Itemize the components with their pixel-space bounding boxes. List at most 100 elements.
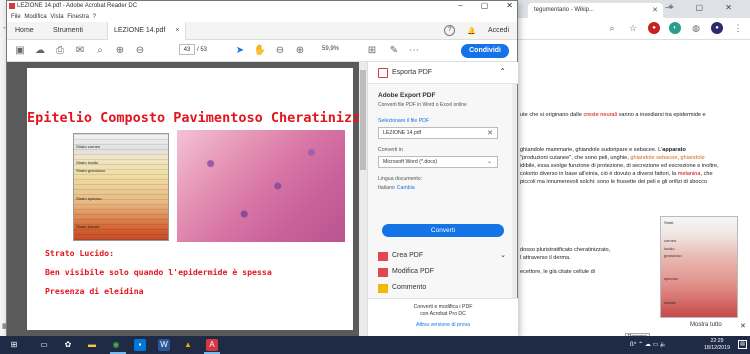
chrome-icon[interactable]: ◉ — [110, 339, 122, 351]
page-title: Epitelio Composto Pavimentoso Cheratiniz… — [27, 110, 385, 126]
ps-icon[interactable]: ▪ — [134, 339, 146, 351]
acrobat-toolbar: ▣ ☁ ⎙ ✉ ⌕ ⊕ ⊖ 43/ 53 ➤ ✋ ⊖ ⊕ 59,9% ⊞ ✎ ⋯… — [7, 40, 517, 62]
thumb-label: corneo — [664, 238, 677, 243]
show-all-button[interactable]: Mostra tutto — [690, 322, 722, 328]
close-icon[interactable]: ✕ — [487, 129, 493, 137]
fit-page-icon[interactable]: ⊞ — [365, 44, 379, 58]
language-row: Italiano Cambia — [378, 185, 514, 191]
zoom-in-icon[interactable]: ⊕ — [293, 44, 307, 58]
page-number-input[interactable]: 43 — [179, 44, 195, 55]
menu-icon[interactable]: ⋮ — [732, 22, 744, 34]
zoom-out-icon[interactable]: ⊖ — [273, 44, 287, 58]
comment-tool-icon[interactable]: ✎ — [387, 44, 401, 58]
help-icon[interactable]: ? — [444, 25, 456, 36]
file-explorer-icon[interactable]: ▬ — [86, 339, 98, 351]
article-line: ute che si originano dalle creste neural… — [520, 112, 706, 118]
article-line: ecettore, le già citate cellule di — [520, 269, 595, 275]
task-view-icon[interactable]: ▭ — [38, 339, 50, 351]
close-icon[interactable]: ✕ — [740, 322, 746, 330]
page-up-icon[interactable]: ⊕ — [113, 44, 127, 58]
search-icon[interactable]: ⌕ — [606, 22, 618, 34]
hand-icon[interactable]: ✋ — [253, 44, 267, 58]
window-title: LEZIONE 14.pdf - Adobe Acrobat Reader DC — [17, 3, 138, 9]
tab-document[interactable]: LEZIONE 14.pdf × — [107, 22, 187, 40]
clock[interactable]: 22:29 18/12/2019 — [704, 338, 730, 351]
tool-create-pdf[interactable]: Crea PDF ⌄ — [368, 248, 518, 264]
word-icon[interactable]: W — [158, 339, 170, 351]
chevron-down-icon: ⌄ — [486, 159, 492, 165]
convert-format-select[interactable]: Microsoft Word (*.docx) ⌄ — [378, 156, 498, 168]
document-area[interactable]: Epitelio Composto Pavimentoso Cheratiniz… — [7, 62, 385, 336]
select-file-link[interactable]: Selezionare il file PDF — [378, 118, 514, 124]
change-language-link[interactable]: Cambia — [397, 185, 415, 191]
export-title: Adobe Export PDF — [378, 92, 436, 99]
chevron-down-icon[interactable]: ⌄ — [500, 251, 506, 259]
article-line: ghiandole mammarie, ghiandole sudoripare… — [520, 147, 686, 153]
promo-line: con Acrobat Pro DC — [420, 310, 466, 317]
thumb-label: spinoso — [664, 276, 678, 281]
date: 18/12/2019 — [704, 344, 730, 351]
edit-pdf-icon — [378, 268, 388, 277]
minimize-icon[interactable]: – — [458, 1, 462, 10]
thumb-label: basale — [664, 300, 676, 305]
tool-edit-pdf[interactable]: Modifica PDF — [368, 264, 518, 280]
tool-label: Crea PDF — [392, 252, 424, 259]
thumb-title: Strati — [664, 220, 674, 225]
extension-icon[interactable]: ◍ — [690, 22, 702, 34]
histology-image — [177, 130, 345, 242]
taskbar: ⊞ ▭ ✿ ▬ ◉ ▪ W ▲ A ß^ ⌃ ☁ ▭ 🔈 22:29 18/12… — [0, 336, 750, 354]
close-icon[interactable]: ✕ — [506, 1, 513, 10]
pdf-page: Epitelio Composto Pavimentoso Cheratiniz… — [27, 68, 385, 330]
maximize-icon[interactable]: ▢ — [481, 1, 489, 10]
page-down-icon[interactable]: ⊖ — [133, 44, 147, 58]
tab-tools[interactable]: Strumenti — [47, 22, 89, 40]
tab-document-label: LEZIONE 14.pdf — [114, 27, 166, 34]
trial-link[interactable]: Attiva versione di prova — [368, 322, 518, 328]
article-line: dosso pluristratificato cheratinizzato, — [520, 247, 611, 253]
upload-icon[interactable]: ☁ — [33, 44, 47, 58]
acrobat-tabs: Home Strumenti LEZIONE 14.pdf × ? 🔔 Acced… — [7, 22, 517, 40]
bell-icon[interactable]: 🔔 — [467, 27, 476, 35]
tool-comment[interactable]: Commento — [368, 280, 518, 296]
app-icon[interactable]: ✿ — [62, 339, 74, 351]
extension-icon[interactable]: ◐ — [669, 22, 681, 34]
chevron-up-icon[interactable]: ⌃ — [499, 67, 506, 76]
save-icon[interactable]: ▣ — [13, 44, 27, 58]
tab-home[interactable]: Home — [9, 22, 40, 40]
print-icon[interactable]: ⎙ — [53, 44, 67, 58]
notification-icon[interactable]: ▤ — [738, 340, 747, 349]
document-scrollbar[interactable] — [359, 62, 367, 336]
star-icon[interactable]: ☆ — [627, 22, 639, 34]
language-label: Lingua documento: — [378, 176, 423, 182]
selected-file-value: LEZIONE 14.pdf — [383, 130, 422, 136]
epidermis-diagram: Strato corneo Strato lucido Strato granu… — [73, 133, 169, 241]
histology-thumbnail[interactable]: Strati corneo lucido granuloso spinoso b… — [660, 216, 738, 318]
selected-file-field[interactable]: LEZIONE 14.pdf ✕ — [378, 127, 498, 139]
extension-icon[interactable]: ● — [648, 22, 660, 34]
more-icon[interactable]: ⋯ — [407, 44, 421, 58]
tools-pane: Esporta PDF ⌃ Adobe Export PDF Converti … — [367, 62, 518, 336]
acrobat-titlebar: LEZIONE 14.pdf - Adobe Acrobat Reader DC… — [7, 1, 517, 12]
screen: tegumentario - Wikip... ✕ + — ▢ ✕ ⌕ ☆ ● … — [0, 0, 750, 354]
convert-in-label: Converti in — [378, 147, 403, 153]
export-pdf-header[interactable]: Esporta PDF ⌃ — [368, 62, 518, 84]
acrobat-icon[interactable]: A — [206, 339, 218, 351]
export-pdf-icon — [378, 68, 388, 78]
article-line: idibile, essa svolge funzione di protezi… — [520, 163, 719, 169]
zoom-level[interactable]: 59,9% — [322, 46, 339, 52]
sign-in-button[interactable]: Accedi — [488, 27, 509, 34]
close-icon[interactable]: × — [175, 27, 179, 34]
windows-start-icon[interactable]: ⊞ — [8, 339, 20, 351]
acrobat-window: LEZIONE 14.pdf - Adobe Acrobat Reader DC… — [6, 0, 518, 336]
convert-button[interactable]: Converti — [382, 224, 504, 237]
share-button[interactable]: Condividi — [461, 44, 509, 58]
zoom-search-icon[interactable]: ⌕ — [93, 44, 107, 58]
vlc-icon[interactable]: ▲ — [182, 339, 194, 351]
system-tray[interactable]: ß^ ⌃ ☁ ▭ 🔈 — [630, 341, 667, 348]
menu-bar[interactable]: File Modifica Vista Finestra ? — [7, 12, 517, 22]
page-text-line: Presenza di eleidina — [45, 286, 144, 296]
tool-label: Modifica PDF — [392, 268, 435, 275]
email-icon[interactable]: ✉ — [73, 44, 87, 58]
cursor-icon[interactable]: ➤ — [233, 44, 247, 58]
avatar[interactable]: ● — [711, 22, 723, 34]
